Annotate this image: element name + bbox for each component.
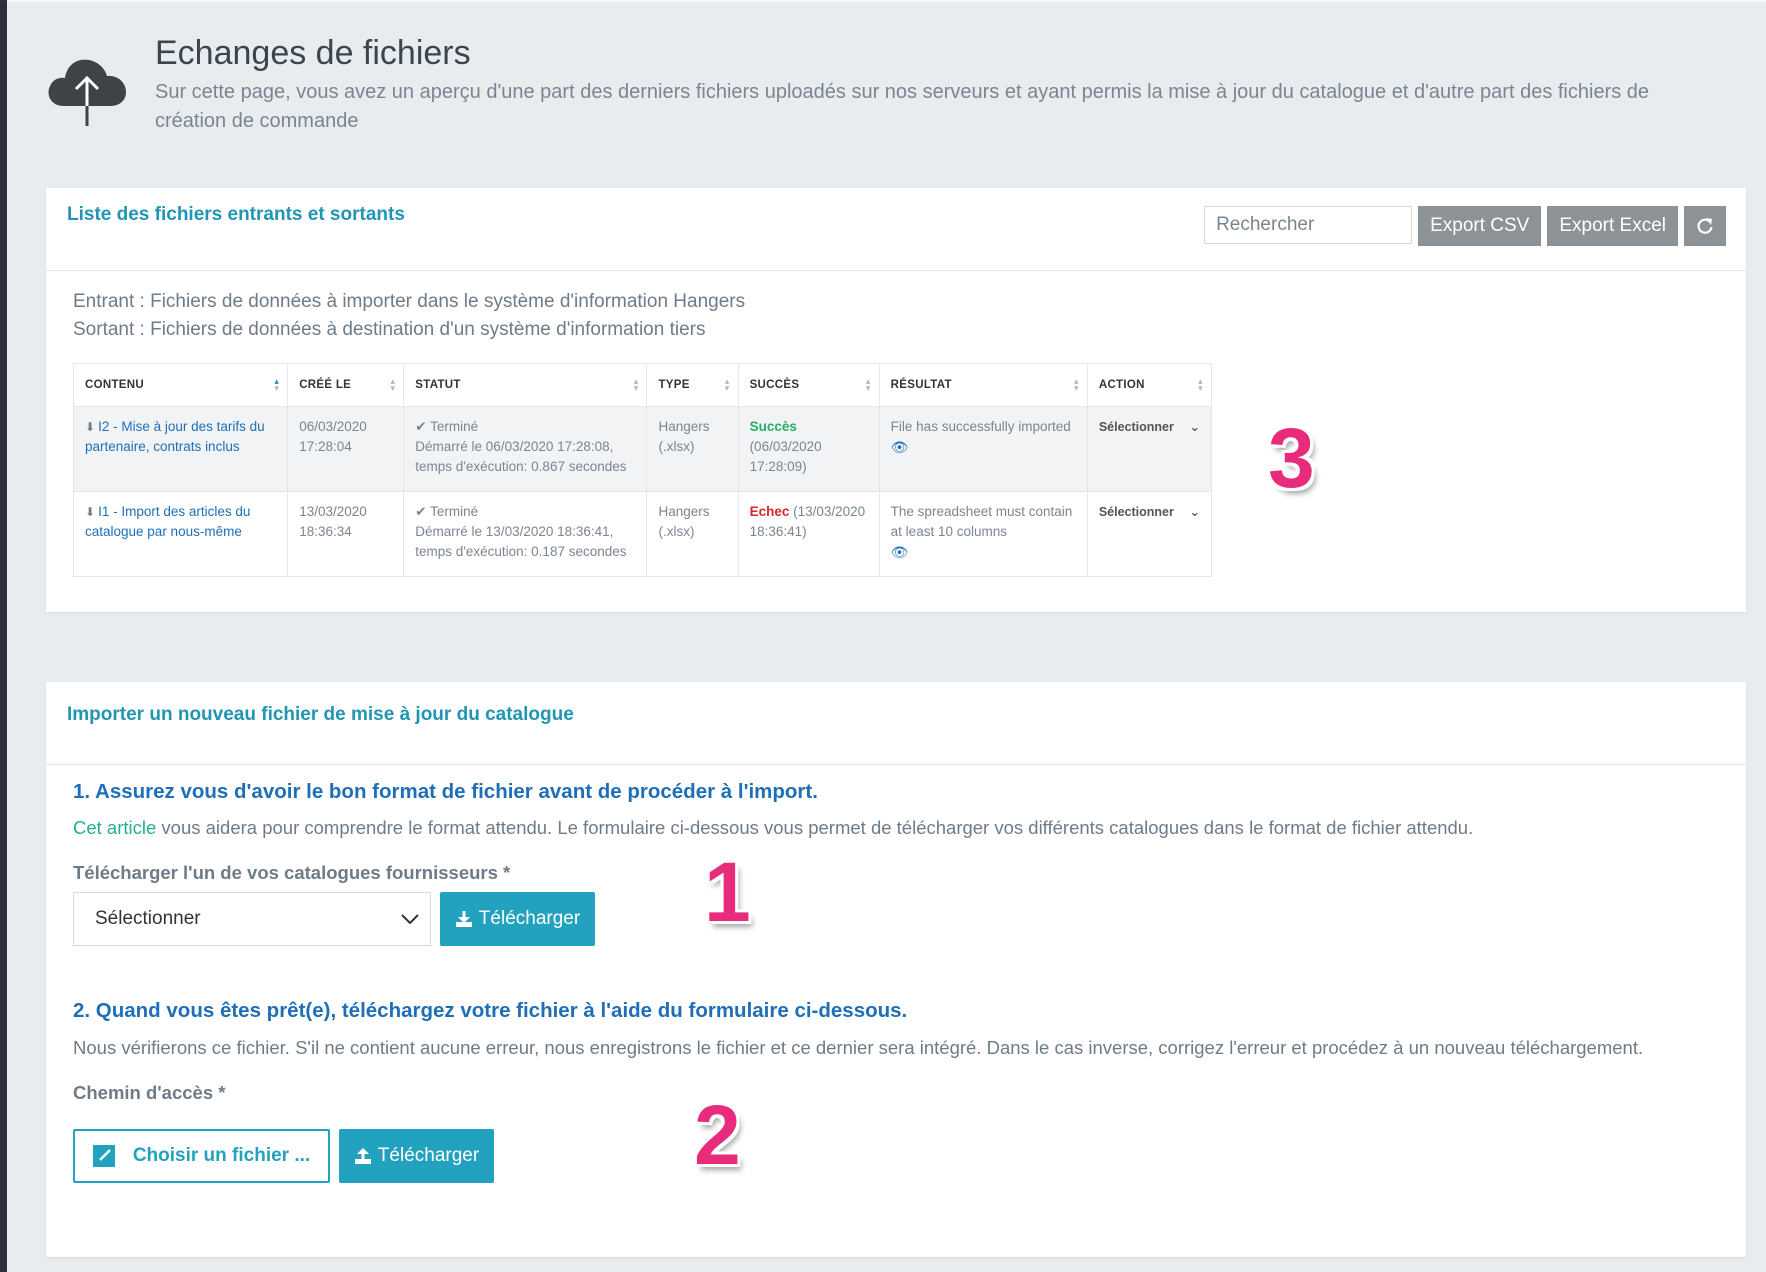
annotation-number-1: 1 [704,845,751,939]
status-badge: Succès [749,419,797,434]
cell-succes: Echec (13/03/2020 18:36:41) [737,491,880,577]
check-icon: ✔ [415,504,427,519]
refresh-button[interactable] [1684,206,1726,246]
import-card-title: Importer un nouveau fichier de mise à jo… [67,704,574,725]
step1-text: Cet article vous aidera pour comprendre … [73,817,1474,838]
files-legend: Entrant : Fichiers de données à importer… [73,288,745,344]
catalog-download-button[interactable]: Télécharger [440,892,595,946]
files-card-header: Liste des fichiers entrants et sortants … [46,188,1746,271]
files-toolbar: Export CSV Export Excel [1204,206,1726,246]
catalog-label: Télécharger l'un de vos catalogues fourn… [73,862,511,883]
annotation-number-2: 2 [694,1088,741,1182]
file-link[interactable]: I2 - Mise à jour des tarifs du partenair… [85,419,265,454]
table-row: ⬇ I1 - Import des articles du catalogue p… [72,491,1213,577]
cell-cree-le: 06/03/2020 17:28:04 [287,406,405,492]
annotation-number-3: 3 [1268,411,1315,505]
sort-icon: ▴ ▾ [865,376,871,393]
page-description: Sur cette page, vous avez un aperçu d'un… [155,81,1650,132]
cell-type: Hangers (.xlsx) [646,491,739,577]
step1-title: 1. Assurez vous d'avoir le bon format de… [73,780,818,803]
status-badge: Echec [749,504,790,519]
legend-incoming: Entrant : Fichiers de données à importer… [73,291,746,312]
upload-button[interactable]: Télécharger [339,1129,494,1183]
upload-icon [354,1148,371,1164]
column-header-statut[interactable]: STATUT ▴ ▾ [403,363,648,407]
cell-statut: ✔ Terminé Démarré le 13/03/2020 18:36:41… [403,491,648,577]
eye-icon[interactable]: 👁 [891,439,909,455]
choose-file-button[interactable]: Choisir un fichier ... [73,1129,330,1183]
chevron-down-icon: ⌄ [1189,505,1200,519]
table-header-row: CONTENU ▴ ▾ CRÉÉ LE ▴ ▾ STATUT ▴ ▾ TYPE ▴ ▾ SUCC… [72,363,1213,407]
download-icon[interactable]: ⬇ [85,505,95,519]
succes-detail: (06/03/2020 17:28:09) [749,439,822,474]
export-csv-button[interactable]: Export CSV [1418,206,1542,246]
chevron-down-icon: ⌄ [1189,420,1200,434]
import-card: Importer un nouveau fichier de mise à jo… [46,682,1746,1257]
sort-icon: ▴ ▾ [633,376,639,393]
path-label: Chemin d'accès * [73,1082,226,1103]
step2-title: 2. Quand vous êtes prêt(e), téléchargez … [73,999,908,1022]
legend-outgoing: Sortant : Fichiers de données à destinat… [73,319,706,340]
export-excel-button[interactable]: Export Excel [1547,206,1678,246]
eye-icon[interactable]: 👁 [891,544,909,560]
files-table: CONTENU ▴ ▾ CRÉÉ LE ▴ ▾ STATUT ▴ ▾ TYPE ▴ ▾ SUCC… [72,363,1213,577]
files-list-card: Liste des fichiers entrants et sortants … [46,188,1746,612]
cell-contenu[interactable]: ⬇ I2 - Mise à jour des tarifs du partenai… [72,406,289,492]
sort-icon: ▴ ▾ [1074,376,1079,393]
cell-action: Sélectionner ⌄ [1086,406,1213,492]
edit-icon [92,1145,115,1167]
chevron-down-icon [401,914,419,925]
statut-detail: Démarré le 06/03/2020 17:28:08, temps d'… [415,439,627,474]
cell-statut: ✔ Terminé Démarré le 06/03/2020 17:28:08… [403,406,648,492]
action-select[interactable]: Sélectionner ⌄ [1099,502,1200,522]
cell-contenu[interactable]: ⬇ I1 - Import des articles du catalogue p… [72,491,289,577]
cell-cree-le: 13/03/2020 18:36:34 [287,491,405,577]
files-card-title: Liste des fichiers entrants et sortants [67,204,405,225]
check-icon: ✔ [415,419,427,434]
column-header-contenu[interactable]: CONTENU ▴ ▾ [72,363,289,407]
cell-resultat: The spreadsheet must contain at least 10… [878,491,1088,577]
search-input[interactable] [1204,206,1413,244]
column-header-resultat[interactable]: RÉSULTAT ▴ ▾ [878,363,1088,407]
column-header-action[interactable]: ACTION ▴ ▾ [1086,363,1213,407]
sort-icon: ▴ ▾ [390,376,396,393]
cell-succes: Succès (06/03/2020 17:28:09) [737,406,880,492]
import-card-header: Importer un nouveau fichier de mise à jo… [46,682,1746,765]
file-link[interactable]: I1 - Import des articles du catalogue pa… [85,504,250,539]
table-row: ⬇ I2 - Mise à jour des tarifs du partenai… [72,406,1213,492]
catalog-select[interactable]: Sélectionner [73,892,431,946]
download-icon[interactable]: ⬇ [85,420,95,434]
left-sidebar-edge [0,0,7,1272]
cell-type: Hangers (.xlsx) [646,406,739,492]
column-header-succes[interactable]: SUCCÈS ▴ ▾ [737,363,880,407]
sort-icon: ▴ ▾ [724,376,730,393]
column-header-type[interactable]: TYPE ▴ ▾ [646,363,739,407]
article-link[interactable]: Cet article [73,817,156,838]
cloud-upload-icon [48,59,126,126]
step2-text: Nous vérifierons ce fichier. S'il ne con… [73,1037,1644,1058]
statut-detail: Démarré le 13/03/2020 18:36:41, temps d'… [415,524,627,559]
refresh-icon [1697,218,1713,234]
top-border [7,0,1766,2]
sort-icon: ▴ ▾ [1198,376,1203,393]
column-header-cree-le[interactable]: CRÉÉ LE ▴ ▾ [287,363,405,407]
page-title: Echanges de fichiers [155,34,471,72]
action-select[interactable]: Sélectionner ⌄ [1099,417,1200,437]
download-icon [455,911,472,927]
cell-action: Sélectionner ⌄ [1086,491,1213,577]
sort-icon: ▴ ▾ [274,376,280,393]
cell-resultat: File has successfully imported 👁 [878,406,1088,492]
